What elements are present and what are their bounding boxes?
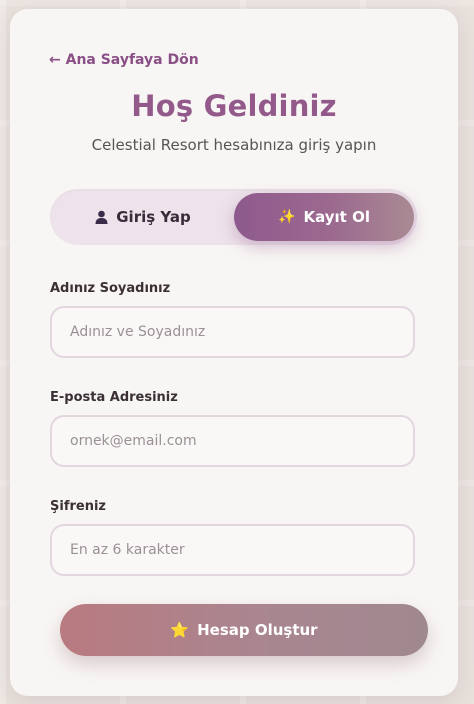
tab-login[interactable]: Giriş Yap: [54, 193, 232, 241]
email-field-wrapper: [50, 415, 415, 467]
tab-login-label: Giriş Yap: [116, 208, 191, 226]
auth-card: ← Ana Sayfaya Dön Hoş Geldiniz Celestial…: [10, 9, 458, 696]
email-field-label: E-posta Adresiniz: [50, 390, 178, 405]
password-field-wrapper: [50, 524, 415, 576]
user-icon: [95, 210, 108, 224]
page-subtitle: Celestial Resort hesabınıza giriş yapın: [91, 136, 377, 154]
password-input[interactable]: [52, 526, 413, 574]
email-input[interactable]: [52, 417, 413, 465]
name-field-label: Adınız Soyadınız: [50, 281, 171, 296]
tab-register[interactable]: ✨ Kayıt Ol: [234, 193, 414, 241]
password-field-label: Şifreniz: [50, 499, 106, 514]
name-input[interactable]: [52, 308, 413, 356]
tab-register-label: Kayıt Ol: [303, 208, 370, 226]
name-field-wrapper: [50, 306, 415, 358]
star-icon: ⭐: [170, 621, 190, 639]
back-to-home-link[interactable]: ← Ana Sayfaya Dön: [49, 52, 199, 68]
page-title: Hoş Geldiniz: [131, 89, 337, 123]
create-account-button[interactable]: ⭐ Hesap Oluştur: [60, 604, 428, 656]
create-account-label: Hesap Oluştur: [197, 621, 318, 639]
sparkles-icon: ✨: [278, 209, 296, 225]
auth-tabs: Giriş Yap ✨ Kayıt Ol: [50, 189, 417, 245]
